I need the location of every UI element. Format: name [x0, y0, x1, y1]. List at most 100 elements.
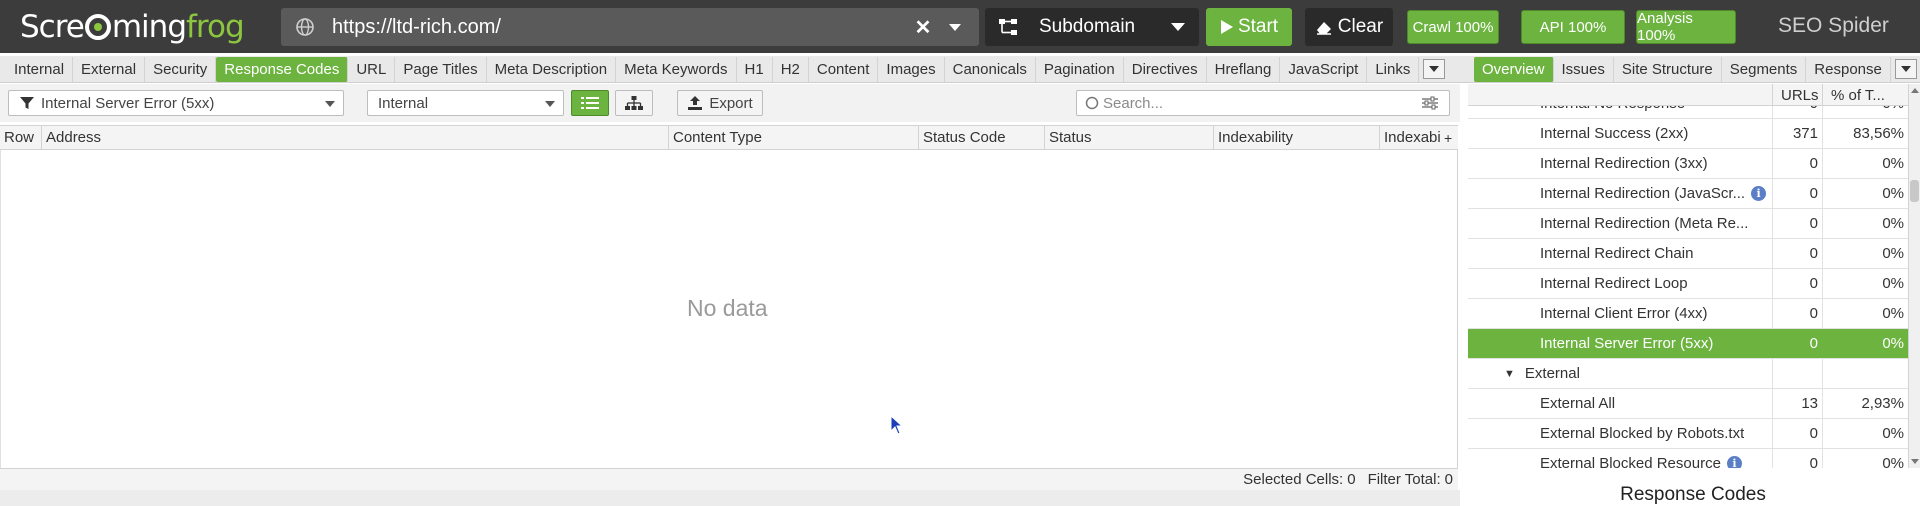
- overview-scrollbar[interactable]: [1908, 84, 1920, 468]
- tab-javascript[interactable]: JavaScript: [1280, 57, 1368, 82]
- tab-h1[interactable]: H1: [737, 57, 773, 82]
- expand-triangle-icon[interactable]: ▼: [1504, 368, 1515, 380]
- tab-h2[interactable]: H2: [773, 57, 809, 82]
- table-header: Row Address Content Type Status Code Sta…: [0, 125, 1458, 150]
- mouse-cursor-icon: [890, 415, 904, 435]
- list-view-button[interactable]: [571, 90, 609, 116]
- chevron-down-icon: [325, 101, 335, 107]
- column-header-row[interactable]: Row: [0, 126, 42, 149]
- top-toolbar: Scre ming frog https://ltd-rich.com/ ✕ Sub…: [0, 0, 1920, 53]
- overview-list[interactable]: Internal No Response00%Internal Success …: [1468, 106, 1908, 468]
- column-header-content-type[interactable]: Content Type: [669, 126, 919, 149]
- start-button[interactable]: Start: [1206, 8, 1292, 46]
- url-history-dropdown-icon[interactable]: [949, 23, 961, 31]
- results-table[interactable]: No data: [0, 150, 1458, 468]
- tree-group-row[interactable]: ▼ External: [1468, 359, 1908, 389]
- crawl-progress-button[interactable]: Crawl 100%: [1407, 10, 1499, 44]
- tree-item-row[interactable]: Internal Redirection (Meta Re... 0 0%: [1468, 209, 1908, 239]
- side-tab-segments[interactable]: Segments: [1722, 57, 1807, 82]
- tree-item-row[interactable]: Internal Redirection (3xx) 0 0%: [1468, 149, 1908, 179]
- side-tab-issues[interactable]: Issues: [1554, 57, 1614, 82]
- main-tabs: Internal External Security Response Codes UR…: [6, 57, 1446, 82]
- tab-directives[interactable]: Directives: [1124, 57, 1207, 82]
- tab-response-codes[interactable]: Response Codes: [216, 57, 349, 82]
- tree-item-row[interactable]: External Blocked Resource i 0 0%: [1468, 449, 1908, 468]
- tab-internal[interactable]: Internal: [6, 57, 74, 82]
- scope-select[interactable]: Internal: [367, 90, 564, 116]
- search-input[interactable]: [1103, 94, 1421, 112]
- url-text[interactable]: https://ltd-rich.com/: [332, 16, 911, 39]
- column-header-urls[interactable]: URLs: [1772, 84, 1822, 106]
- percent-value: 0%: [1822, 239, 1908, 268]
- percent-value: 0%: [1822, 269, 1908, 298]
- scroll-up-icon[interactable]: [1911, 88, 1919, 93]
- tree-item-row[interactable]: External Blocked by Robots.txt 0 0%: [1468, 419, 1908, 449]
- overview-header: URLs % of T...: [1468, 84, 1908, 106]
- tree-item-row[interactable]: External All 13 2,93%: [1468, 389, 1908, 419]
- row-label-text: Internal No Response: [1540, 106, 1685, 112]
- column-header-status[interactable]: Status: [1045, 126, 1214, 149]
- tab-links[interactable]: Links: [1367, 57, 1420, 82]
- analysis-progress-button[interactable]: Analysis 100%: [1636, 10, 1736, 44]
- percent-value: 0%: [1822, 179, 1908, 208]
- tab-page-titles[interactable]: Page Titles: [395, 57, 487, 82]
- search-options-icon[interactable]: [1421, 96, 1439, 110]
- crawl-mode-select[interactable]: Subdomain: [985, 8, 1199, 46]
- info-icon[interactable]: i: [1751, 186, 1767, 201]
- side-tab-response[interactable]: Response: [1806, 57, 1891, 82]
- more-tabs-dropdown-icon[interactable]: [1423, 59, 1446, 79]
- api-progress-button[interactable]: API 100%: [1521, 10, 1625, 44]
- side-tab-overview[interactable]: Overview: [1474, 57, 1554, 82]
- percent-value: 0%: [1822, 149, 1908, 178]
- export-button[interactable]: Export: [677, 90, 763, 116]
- row-label-text: External: [1524, 365, 1580, 382]
- empty-state-text: No data: [687, 295, 768, 321]
- column-header-percent[interactable]: % of T...: [1822, 84, 1908, 106]
- urls-count: 0: [1772, 449, 1822, 468]
- tree-item-row[interactable]: Internal Client Error (4xx) 0 0%: [1468, 299, 1908, 329]
- tab-external[interactable]: External: [73, 57, 146, 82]
- percent-value: 83,56%: [1822, 119, 1908, 148]
- tree-view-button[interactable]: [615, 90, 653, 116]
- column-header-address[interactable]: Address: [42, 126, 669, 149]
- tab-images[interactable]: Images: [878, 57, 945, 82]
- scroll-thumb[interactable]: [1910, 180, 1919, 202]
- row-label-text: Internal Redirect Chain: [1540, 245, 1694, 262]
- logo-mid: ming: [111, 9, 187, 45]
- column-header-indexability-status[interactable]: Indexabi: [1380, 126, 1442, 149]
- tabs-bar: Internal External Security Response Codes UR…: [0, 56, 1920, 83]
- tree-item-row[interactable]: Internal No Response 00%: [1468, 106, 1908, 119]
- tab-pagination[interactable]: Pagination: [1036, 57, 1124, 82]
- percent-value: 0%: [1822, 299, 1908, 328]
- list-icon: [581, 97, 599, 109]
- tab-meta-keywords[interactable]: Meta Keywords: [616, 57, 737, 82]
- more-side-tabs-dropdown-icon[interactable]: [1894, 59, 1917, 79]
- chevron-down-icon: [1171, 23, 1185, 31]
- tab-meta-description[interactable]: Meta Description: [487, 57, 617, 82]
- percent-value: 0%: [1822, 329, 1908, 358]
- add-column-icon[interactable]: +: [1442, 126, 1458, 149]
- tree-item-row[interactable]: Internal Redirect Chain 0 0%: [1468, 239, 1908, 269]
- tree-item-row[interactable]: Internal Server Error (5xx) 0 0%: [1468, 329, 1908, 359]
- scroll-down-icon[interactable]: [1911, 459, 1919, 464]
- filter-value: Internal Server Error (5xx): [41, 94, 215, 112]
- tree-item-row[interactable]: Internal Success (2xx) 371 83,56%: [1468, 119, 1908, 149]
- tree-item-row[interactable]: Internal Redirection (JavaScr... i 0 0%: [1468, 179, 1908, 209]
- filter-select[interactable]: Internal Server Error (5xx): [8, 90, 344, 116]
- tree-item-row[interactable]: Internal Redirect Loop 0 0%: [1468, 269, 1908, 299]
- info-icon[interactable]: i: [1726, 456, 1742, 468]
- tab-security[interactable]: Security: [145, 57, 217, 82]
- tab-hreflang[interactable]: Hreflang: [1207, 57, 1281, 82]
- search-box[interactable]: [1076, 90, 1450, 116]
- row-label-text: Internal Redirect Loop: [1540, 275, 1688, 292]
- tab-content[interactable]: Content: [809, 57, 879, 82]
- clear-url-icon[interactable]: ✕: [911, 15, 935, 40]
- eraser-icon: [1316, 22, 1331, 35]
- tab-canonicals[interactable]: Canonicals: [945, 57, 1036, 82]
- tab-url[interactable]: URL: [348, 57, 396, 82]
- column-header-status-code[interactable]: Status Code: [919, 126, 1045, 149]
- column-header-indexability[interactable]: Indexability: [1214, 126, 1380, 149]
- url-field[interactable]: https://ltd-rich.com/ ✕: [281, 8, 979, 46]
- clear-button[interactable]: Clear: [1305, 8, 1393, 46]
- side-tab-site-structure[interactable]: Site Structure: [1614, 57, 1722, 82]
